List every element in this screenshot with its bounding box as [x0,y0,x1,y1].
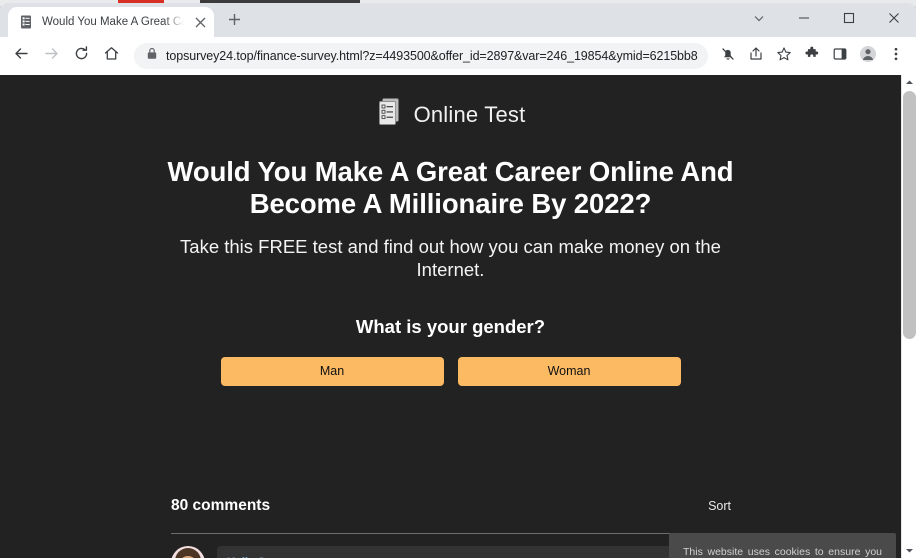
cookie-consent-banner: This website uses cookies to ensure you … [669,533,896,558]
three-dot-menu-icon [888,46,904,67]
answer-button-man[interactable]: Man [220,356,444,386]
comments-sort-label[interactable]: Sort [708,499,731,513]
minimize-icon [798,11,810,29]
comments-divider [171,533,731,534]
page-subheadline: Take this FREE test and find out how you… [180,236,721,281]
list-item: Kelly S. [171,546,731,558]
scroll-down-arrow-icon[interactable] [902,543,916,558]
home-button[interactable] [96,41,126,71]
plus-icon [228,13,241,31]
profile-button[interactable] [854,42,882,70]
extensions-button[interactable] [798,42,826,70]
tab-strip: Would You Make A Great Career [0,3,916,37]
star-icon [776,46,792,67]
bell-muted-icon [720,46,736,67]
lock-icon[interactable] [146,47,158,65]
address-bar[interactable]: topsurvey24.top/finance-survey.html?z=44… [134,43,708,69]
address-bar-url: topsurvey24.top/finance-survey.html?z=44… [166,49,698,63]
browser-menu-button[interactable] [882,42,910,70]
browser-toolbar: topsurvey24.top/finance-survey.html?z=44… [0,37,916,75]
comments-section: 80 comments Sort Kelly S. [171,497,731,558]
share-button[interactable] [742,42,770,70]
chevron-down-icon [753,11,765,29]
browser-tab[interactable]: Would You Make A Great Career [8,7,214,37]
browser-window: Would You Make A Great Career [0,3,916,558]
comments-count: 80 comments [171,497,271,514]
page-scrollbar[interactable] [901,75,916,558]
scrollbar-thumb[interactable] [903,91,916,339]
home-icon [103,45,120,67]
site-logo: Online Test [0,97,901,132]
window-controls [736,3,916,37]
comments-header: 80 comments Sort [171,497,731,515]
minimize-button[interactable] [781,4,826,36]
page-viewport: Online Test Would You Make A Great Caree… [0,75,916,558]
forward-button [36,41,66,71]
survey-page: Online Test Would You Make A Great Caree… [0,75,901,558]
notifications-off-button[interactable] [714,42,742,70]
maximize-icon [843,11,855,29]
share-icon [748,46,764,67]
forward-arrow-icon [43,45,60,67]
reload-button[interactable] [66,41,96,71]
back-button[interactable] [6,41,36,71]
online-test-document-icon [376,97,402,132]
survey-answers: Man Woman [0,356,901,386]
site-logo-text: Online Test [413,101,526,127]
side-panel-icon [832,46,848,67]
tab-search-button[interactable] [736,4,781,36]
comment-bubble: Kelly S. [217,546,731,558]
avatar [171,546,205,558]
cookie-banner-text: This website uses cookies to ensure you … [683,546,882,558]
profile-avatar-icon [859,45,877,68]
reload-icon [73,45,90,67]
maximize-button[interactable] [826,4,871,36]
puzzle-icon [804,46,820,67]
side-panel-button[interactable] [826,42,854,70]
survey-question: What is your gender? [355,315,546,337]
page-headline: Would You Make A Great Career Online And… [167,156,734,219]
new-tab-button[interactable] [220,8,248,36]
bookmark-button[interactable] [770,42,798,70]
window-close-icon [888,11,900,29]
back-arrow-icon [13,45,30,67]
tab-title: Would You Make A Great Career [42,16,184,28]
answer-button-woman[interactable]: Woman [457,356,681,386]
document-checklist-favicon [18,14,34,30]
close-window-button[interactable] [871,4,916,36]
tab-close-icon[interactable] [192,14,208,30]
scroll-up-arrow-icon[interactable] [902,75,916,90]
